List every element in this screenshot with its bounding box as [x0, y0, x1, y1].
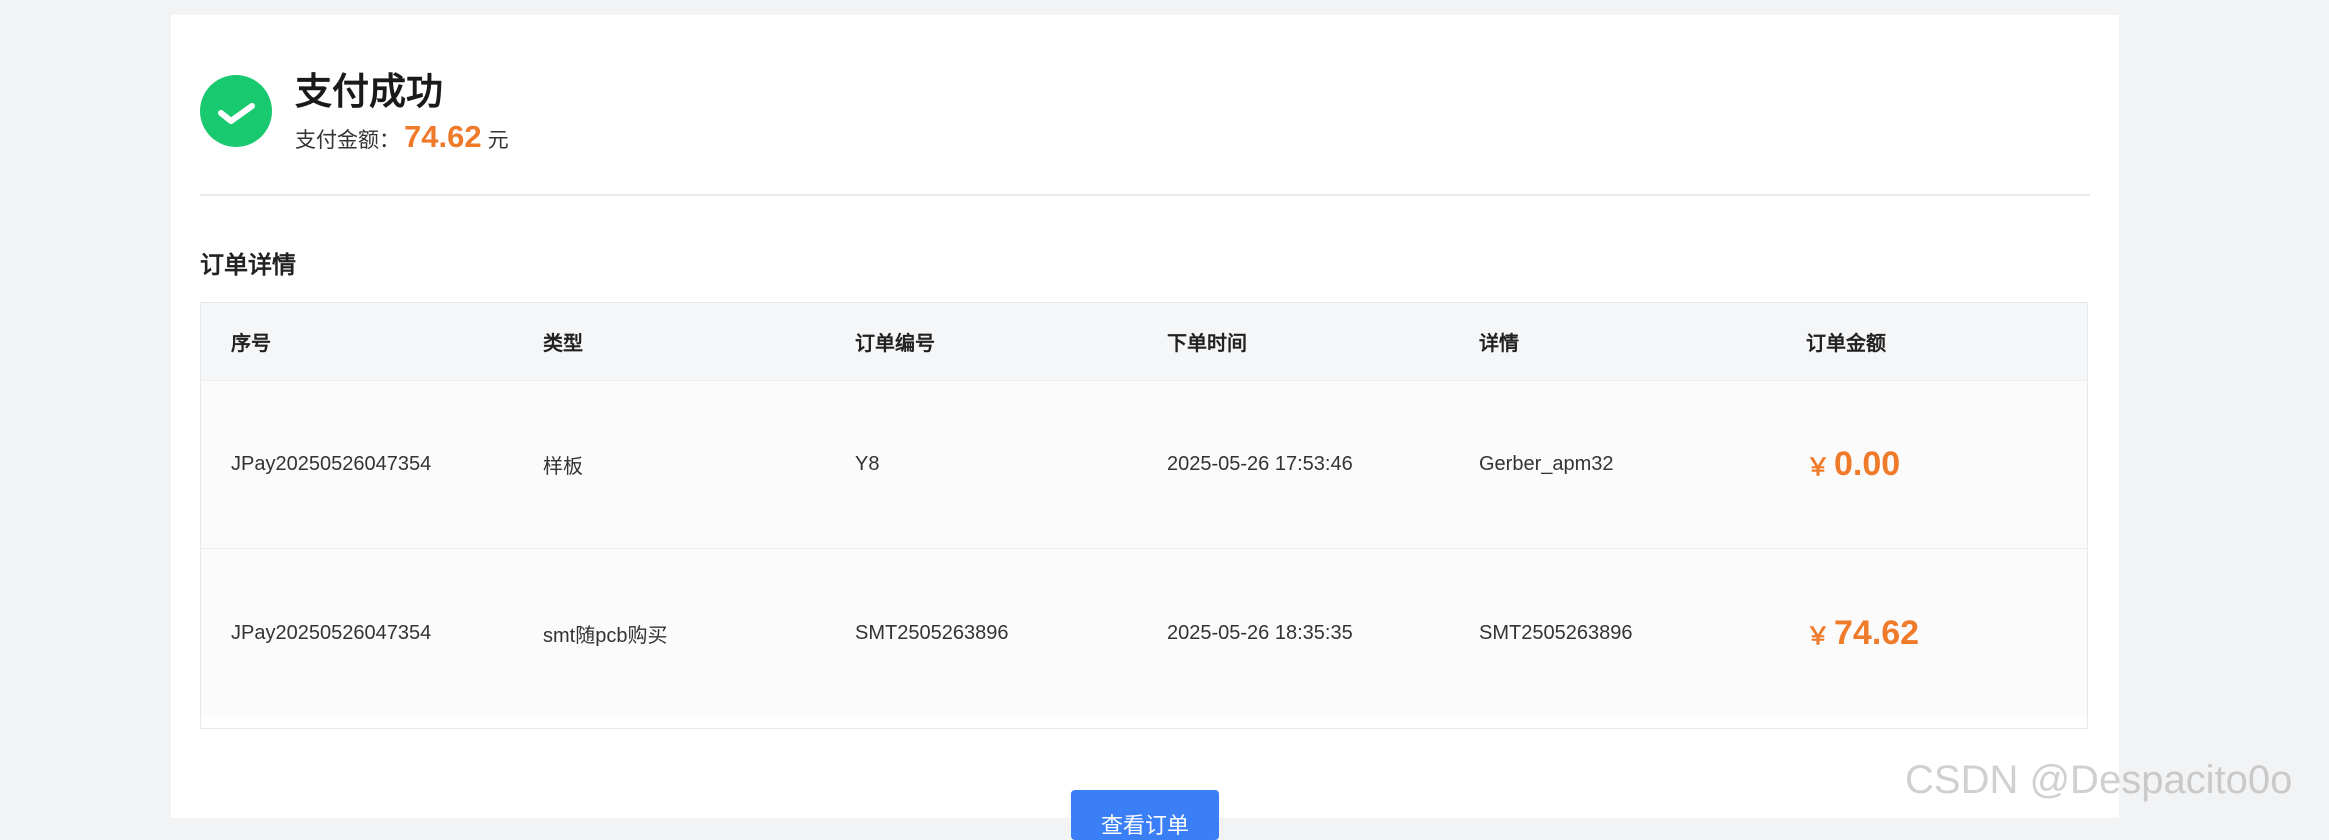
cell-time: 2025-05-26 17:53:46	[1167, 453, 1353, 475]
cell-order-no: Y8	[855, 453, 880, 475]
page-title: 支付成功	[295, 71, 443, 112]
cell-detail: SMT2505263896	[1479, 621, 1633, 644]
view-order-button[interactable]: 查看订单	[1071, 790, 1219, 840]
price-value: 74.62	[1834, 613, 1920, 652]
price-value: 0.00	[1834, 445, 1901, 483]
order-details-title: 订单详情	[200, 252, 296, 279]
divider	[200, 194, 2090, 196]
cell-order-no: SMT2505263896	[855, 621, 1009, 644]
amount-unit: 元	[487, 129, 509, 152]
cell-time: 2025-05-26 18:35:35	[1167, 621, 1353, 644]
cell-detail: Gerber_apm32	[1479, 453, 1614, 475]
cell-type: smt随pcb购买	[543, 624, 668, 647]
column-header: 订单金额	[1806, 333, 1886, 355]
table-row: JPay20250526047354 样板 Y8 2025-05-26 17:5…	[201, 381, 2087, 549]
payment-amount-row: 支付金额： 74.62 元	[295, 119, 509, 159]
column-header: 订单编号	[855, 333, 935, 355]
amount-label: 支付金额：	[295, 129, 400, 152]
column-header: 下单时间	[1167, 333, 1247, 355]
currency-symbol: ￥	[1806, 454, 1830, 481]
check-circle-icon	[200, 75, 272, 147]
cell-amount: ￥ 74.62	[1806, 549, 1919, 717]
order-price: ￥ 0.00	[1806, 445, 1900, 484]
cell-seq: JPay20250526047354	[231, 453, 432, 475]
watermark: CSDN @Despacito0o	[1905, 758, 2293, 802]
amount-value: 74.62	[404, 119, 482, 154]
column-header: 类型	[543, 333, 583, 355]
cell-type: 样板	[543, 456, 583, 478]
column-header: 序号	[231, 333, 271, 355]
table-header: 序号 类型 订单编号 下单时间 详情 订单金额	[201, 303, 2087, 381]
order-price: ￥ 74.62	[1806, 614, 1919, 653]
cell-seq: JPay20250526047354	[231, 621, 432, 644]
column-header: 详情	[1479, 333, 1519, 355]
table-row: JPay20250526047354 smt随pcb购买 SMT25052638…	[201, 549, 2087, 717]
currency-symbol: ￥	[1806, 622, 1830, 650]
order-table: 序号 类型 订单编号 下单时间 详情 订单金额 JPay202505260473…	[200, 302, 2088, 729]
payment-result-card: 支付成功 支付金额： 74.62 元 订单详情 序号 类型 订单编号 下单时间 …	[171, 15, 2119, 840]
cell-amount: ￥ 0.00	[1806, 381, 1900, 548]
